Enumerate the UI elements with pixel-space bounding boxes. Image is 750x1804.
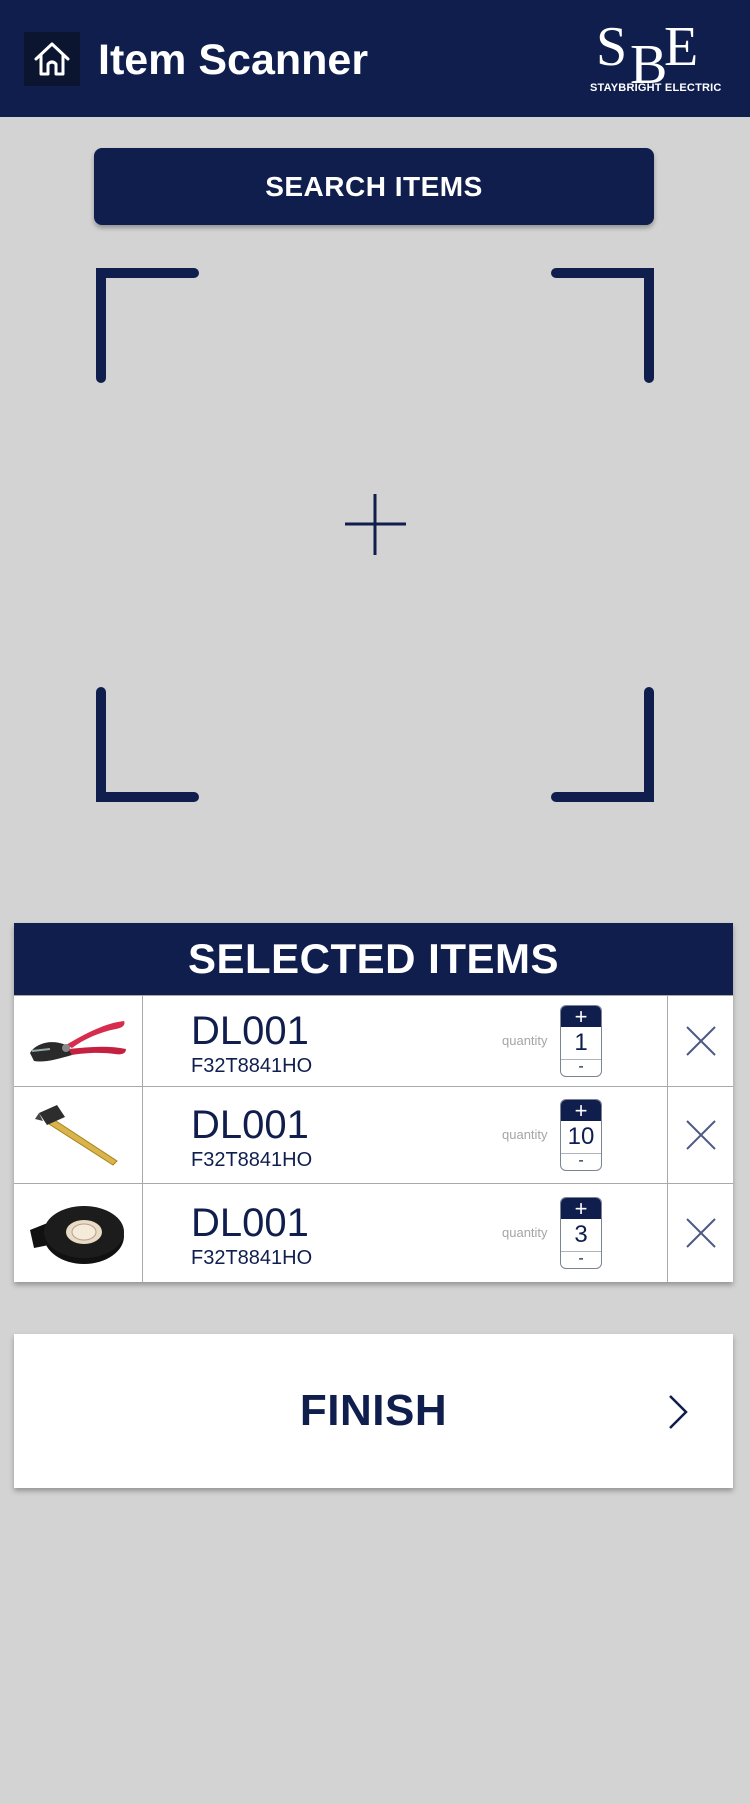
scanner-viewfinder[interactable] (94, 266, 656, 804)
chevron-right-icon (669, 1395, 688, 1429)
quantity-label: quantity (502, 1127, 548, 1142)
decrement-button[interactable]: - (561, 1251, 601, 1268)
item-part-number: F32T8841HO (191, 1247, 313, 1269)
home-icon (34, 42, 70, 76)
increment-button[interactable]: + (561, 1006, 601, 1028)
quantity-stepper[interactable]: + 3 - (560, 1197, 602, 1269)
selected-items-title: SELECTED ITEMS (14, 923, 733, 995)
item-part-number: F32T8841HO (191, 1149, 313, 1171)
wire-cutter-icon (30, 1021, 126, 1062)
viewfinder-corner-top-right (551, 268, 654, 383)
item-code: DL001 (191, 1009, 309, 1053)
finish-button[interactable]: FINISH (14, 1334, 733, 1488)
selected-items-panel: SELECTED ITEMS DL001 F32T8841HO quantity… (14, 923, 733, 1282)
item-code: DL001 (191, 1201, 309, 1245)
quantity-label: quantity (502, 1225, 548, 1240)
close-icon (685, 1120, 716, 1150)
home-button[interactable] (24, 32, 80, 86)
viewfinder-corner-top-left (96, 268, 199, 383)
quantity-value[interactable]: 1 (561, 1027, 601, 1059)
logo-mark: S B E (596, 16, 699, 96)
quantity-stepper[interactable]: + 1 - (560, 1005, 602, 1077)
app-header: Item Scanner S B E STAYBRIGHT ELECTRIC (0, 0, 750, 117)
crosshair-icon (345, 494, 406, 555)
increment-button[interactable]: + (561, 1100, 601, 1122)
item-row: DL001 F32T8841HO quantity + 3 - (14, 1183, 733, 1282)
finish-label: FINISH (299, 1386, 448, 1435)
company-logo: S B E STAYBRIGHT ELECTRIC (588, 16, 721, 98)
electrical-tape-icon (30, 1206, 124, 1264)
remove-item-button[interactable] (667, 996, 733, 1086)
logo-subtitle: STAYBRIGHT ELECTRIC (590, 82, 722, 94)
app-title: Item Scanner (98, 36, 369, 84)
viewfinder-corner-bottom-left (96, 687, 199, 802)
quantity-stepper[interactable]: + 10 - (560, 1099, 602, 1171)
decrement-button[interactable]: - (561, 1153, 601, 1170)
viewfinder-corner-bottom-right (551, 687, 654, 802)
quantity-value[interactable]: 3 (561, 1219, 601, 1251)
hammer-icon (35, 1105, 118, 1166)
remove-item-button[interactable] (667, 1184, 733, 1282)
item-code: DL001 (191, 1103, 309, 1147)
close-icon (685, 1218, 716, 1248)
quantity-value[interactable]: 10 (561, 1121, 601, 1153)
item-row: DL001 F32T8841HO quantity + 1 - (14, 995, 733, 1086)
close-icon (685, 1026, 716, 1056)
decrement-button[interactable]: - (561, 1059, 601, 1076)
item-part-number: F32T8841HO (191, 1055, 313, 1077)
remove-item-button[interactable] (667, 1087, 733, 1183)
quantity-label: quantity (502, 1033, 548, 1048)
increment-button[interactable]: + (561, 1198, 601, 1220)
search-items-button[interactable]: SEARCH ITEMS (94, 148, 654, 225)
item-row: DL001 F32T8841HO quantity + 10 - (14, 1086, 733, 1183)
